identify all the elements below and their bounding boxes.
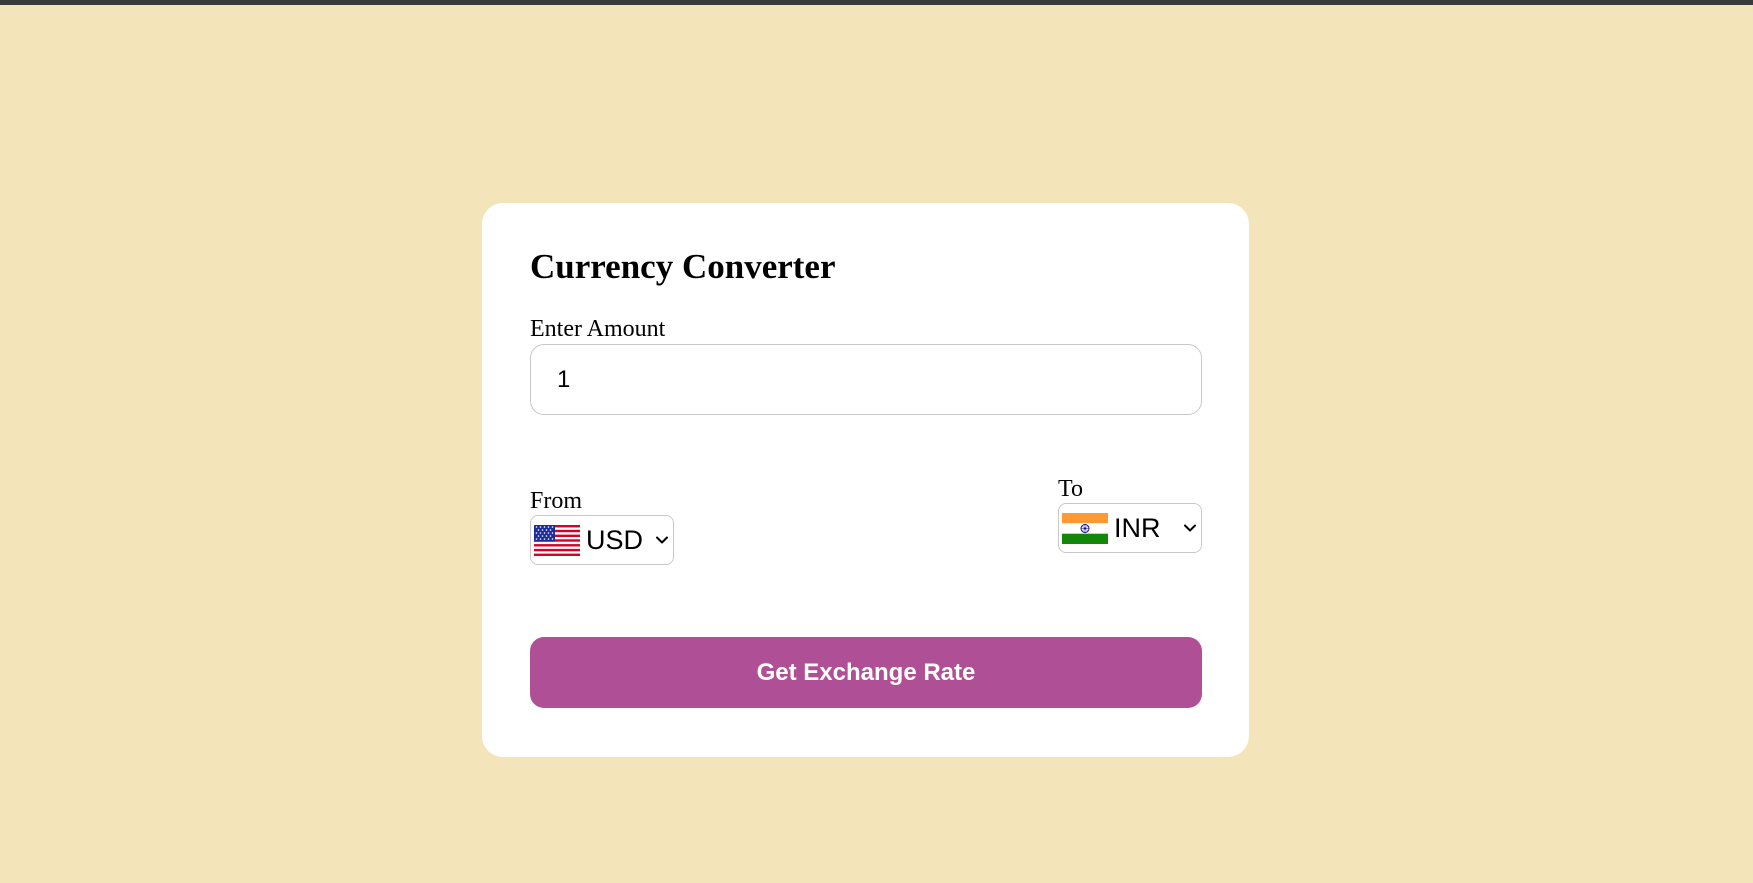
india-flag-icon: [1062, 512, 1108, 544]
to-currency-select[interactable]: INR: [1058, 503, 1202, 553]
to-label: To: [1058, 476, 1083, 502]
page-title: Currency Converter: [530, 247, 836, 286]
chevron-down-icon: [656, 536, 668, 544]
window-top-edge: [0, 0, 1753, 5]
to-currency-code: INR: [1114, 512, 1161, 543]
amount-label: Enter Amount: [530, 316, 666, 342]
get-exchange-rate-button[interactable]: Get Exchange Rate: [530, 637, 1202, 708]
from-currency-select[interactable]: USD: [530, 515, 674, 565]
amount-input[interactable]: [530, 344, 1202, 415]
from-label: From: [530, 488, 583, 514]
chevron-down-icon: [1184, 524, 1196, 532]
converter-card: Currency Converter Enter Amount From USD: [482, 203, 1249, 757]
from-currency-code: USD: [586, 524, 644, 555]
us-flag-icon: [534, 524, 580, 556]
